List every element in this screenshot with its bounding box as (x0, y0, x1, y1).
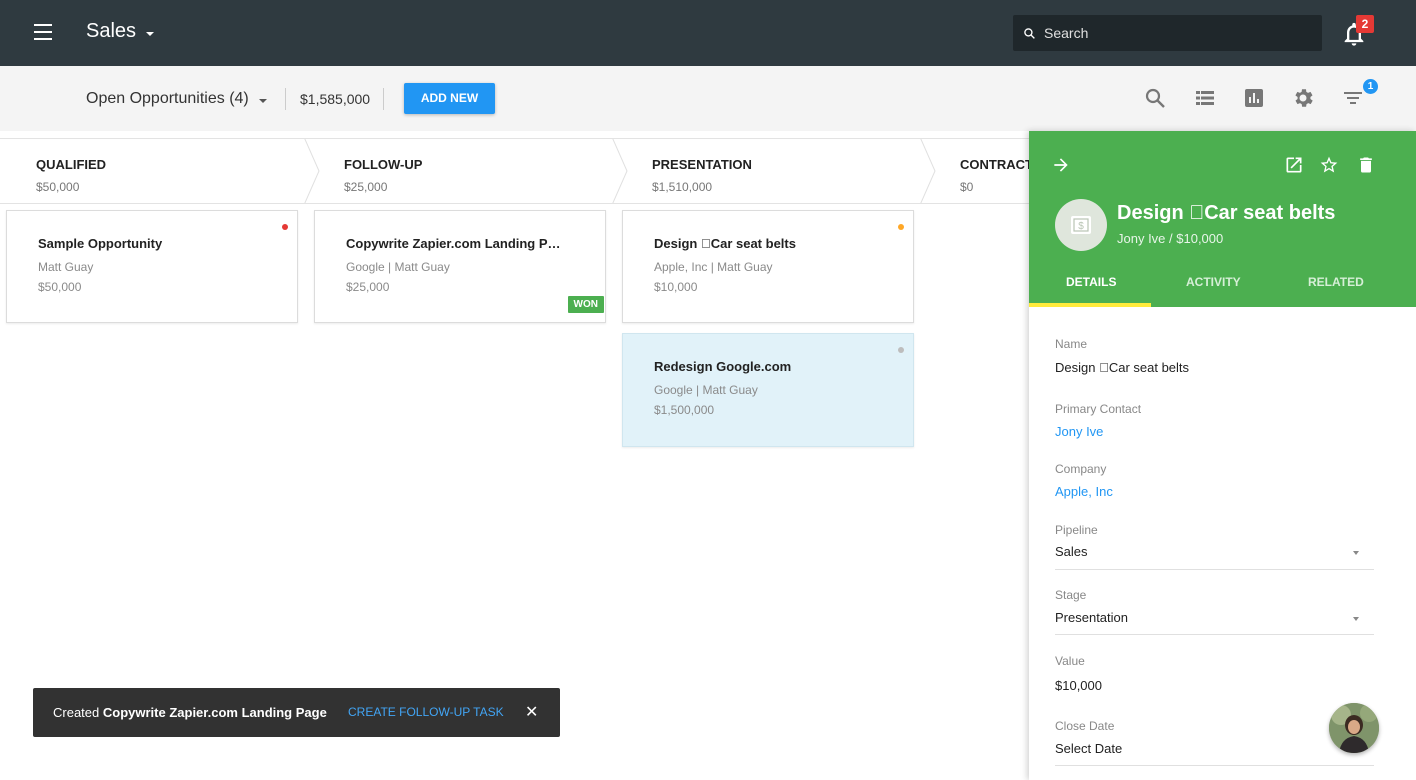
user-avatar-button[interactable] (1329, 703, 1379, 753)
pipeline-select[interactable]: Sales (1055, 544, 1088, 559)
stage-value: $25,000 (344, 180, 388, 194)
card-title: Redesign Google.com (654, 359, 792, 374)
stage-name: CONTRACT (960, 157, 1030, 172)
opportunity-card[interactable]: Design Car seat belts Apple, Inc | Matt… (622, 210, 914, 323)
stage-select[interactable]: Presentation (1055, 610, 1128, 625)
search-box[interactable] (1013, 15, 1322, 51)
tab-details[interactable]: DETAILS (1066, 275, 1116, 289)
close-date-label: Close Date (1055, 719, 1115, 733)
top-bar: Sales 2 (0, 0, 1416, 66)
status-dot (898, 224, 904, 230)
money-icon: $ (1071, 216, 1091, 234)
opportunity-avatar: $ (1055, 199, 1107, 251)
value-label: Value (1055, 654, 1085, 668)
panel-header: $ Design Car seat belts Jony Ive / $10,… (1029, 131, 1416, 307)
card-title: Design Car seat belts (654, 236, 796, 251)
card-title: Sample Opportunity (38, 236, 163, 251)
filter-count-badge: 1 (1363, 79, 1378, 94)
star-icon[interactable] (1319, 155, 1339, 175)
close-date-field[interactable]: Select Date (1055, 741, 1122, 756)
snackbar: Created Copywrite Zapier.com Landing Pag… (33, 688, 560, 737)
card-value: $1,500,000 (654, 403, 715, 417)
chevron-down-icon[interactable] (1353, 551, 1359, 555)
search-icon[interactable] (1143, 86, 1167, 110)
search-input[interactable] (1044, 25, 1294, 41)
card-subtitle: Matt Guay (38, 260, 94, 274)
tab-activity[interactable]: ACTIVITY (1186, 275, 1241, 289)
stage-name: QUALIFIED (36, 157, 107, 172)
divider (1055, 634, 1374, 635)
snackbar-message: Created Copywrite Zapier.com Landing Pag… (53, 705, 327, 720)
view-label: Open Opportunities (4) (86, 90, 249, 107)
filter-icon[interactable] (1341, 86, 1365, 110)
chevron-down-icon (146, 31, 155, 36)
opportunity-card[interactable]: Sample Opportunity Matt Guay $50,000 (6, 210, 298, 323)
arrow-right-icon[interactable] (1051, 155, 1071, 175)
divider (1055, 569, 1374, 570)
company-label: Company (1055, 462, 1107, 476)
snackbar-item-name: Copywrite Zapier.com Landing Page (102, 705, 327, 720)
card-subtitle: Google | Matt Guay (346, 260, 450, 274)
opportunity-title: Design Car seat belts (1117, 202, 1335, 224)
chevron-down-icon (258, 98, 267, 103)
close-icon[interactable]: ✕ (525, 702, 538, 722)
menu-icon[interactable] (34, 24, 52, 40)
list-view-icon[interactable] (1193, 86, 1217, 110)
tab-related[interactable]: RELATED (1308, 275, 1364, 289)
card-value: $25,000 (346, 280, 390, 294)
divider (285, 88, 286, 110)
divider (383, 88, 384, 110)
stage-label: Stage (1055, 588, 1087, 602)
stage-value: $50,000 (36, 180, 80, 194)
card-value: $10,000 (654, 280, 698, 294)
opportunity-card[interactable]: Copywrite Zapier.com Landing P… Google |… (314, 210, 606, 323)
open-external-icon[interactable] (1284, 155, 1304, 175)
stage-presentation[interactable]: PRESENTATION $1,510,000 (616, 139, 924, 203)
primary-contact-label: Primary Contact (1055, 402, 1142, 416)
svg-text:$: $ (1078, 221, 1084, 232)
card-subtitle: Apple, Inc | Matt Guay (654, 260, 773, 274)
company-link[interactable]: Apple, Inc (1055, 484, 1113, 499)
card-title: Copywrite Zapier.com Landing P… (346, 236, 561, 251)
opportunity-card-selected[interactable]: Redesign Google.com Google | Matt Guay $… (622, 333, 914, 447)
stage-value: $1,510,000 (652, 180, 713, 194)
stage-value: $0 (960, 180, 974, 194)
active-tab-indicator (1029, 303, 1151, 307)
app-title: Sales (86, 20, 137, 42)
stage-qualified[interactable]: QUALIFIED $50,000 (0, 139, 308, 203)
pipeline-stages: QUALIFIED $50,000 FOLLOW-UP $25,000 PRES… (0, 138, 1030, 204)
pipeline-label: Pipeline (1055, 523, 1098, 537)
name-label: Name (1055, 337, 1088, 351)
card-value: $50,000 (38, 280, 82, 294)
stage-contract[interactable]: CONTRACT $0 (924, 139, 1030, 203)
primary-contact-link[interactable]: Jony Ive (1055, 424, 1103, 439)
total-value: $1,585,000 (300, 91, 371, 107)
stage-name: FOLLOW-UP (344, 157, 423, 172)
snackbar-prefix: Created (53, 705, 103, 720)
toolbar: Open Opportunities (4) $1,585,000 ADD NE… (0, 66, 1416, 131)
stage-follow-up[interactable]: FOLLOW-UP $25,000 (308, 139, 616, 203)
won-badge: WON (567, 296, 604, 313)
status-dot (898, 347, 904, 353)
user-photo-icon (1329, 703, 1379, 753)
stage-name: PRESENTATION (652, 157, 752, 172)
settings-icon[interactable] (1291, 86, 1315, 110)
name-value[interactable]: Design Car seat belts (1055, 360, 1189, 375)
chevron-down-icon[interactable] (1353, 617, 1359, 621)
trash-icon[interactable] (1356, 155, 1376, 175)
view-selector[interactable]: Open Opportunities (4) (86, 90, 267, 108)
value-field[interactable]: $10,000 (1055, 678, 1102, 693)
create-follow-up-task-button[interactable]: CREATE FOLLOW-UP TASK (348, 705, 504, 719)
card-subtitle: Google | Matt Guay (654, 383, 758, 397)
app-switcher[interactable]: Sales (86, 20, 155, 43)
search-icon (1024, 27, 1035, 39)
opportunity-detail-panel: $ Design Car seat belts Jony Ive / $10,… (1029, 131, 1416, 780)
divider (1055, 765, 1374, 766)
report-icon[interactable] (1242, 86, 1266, 110)
add-new-button[interactable]: ADD NEW (404, 83, 495, 114)
status-dot (282, 224, 288, 230)
opportunity-subtitle: Jony Ive / $10,000 (1117, 231, 1224, 246)
notification-count-badge: 2 (1356, 15, 1374, 33)
